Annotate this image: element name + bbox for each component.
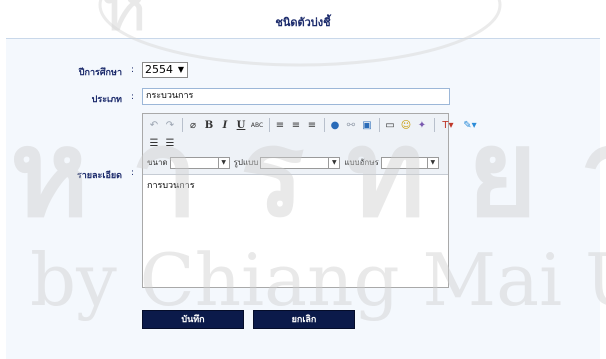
save-button[interactable]: บันทึก [142, 310, 244, 329]
text-color-icon[interactable]: T ▾ [438, 118, 458, 132]
detail-colon: : [131, 168, 135, 178]
unlink-icon[interactable]: ⚯ [344, 118, 358, 132]
toolbar-separator [269, 118, 270, 132]
underline-icon[interactable]: U [234, 118, 248, 132]
chevron-down-icon[interactable]: ▼ [426, 157, 438, 168]
page-title: ชนิดตัวบ่งชี้ [275, 16, 331, 29]
year-value: 2554 [145, 63, 173, 76]
type-label: ประเภท [91, 95, 122, 105]
chevron-down-icon[interactable]: ▼ [328, 157, 339, 168]
chevron-down-icon[interactable]: ▼ [178, 63, 184, 77]
format-label: รูปแบบ [233, 158, 259, 167]
toolbar-separator [434, 118, 435, 132]
size-label: ขนาด [147, 158, 168, 167]
year-select[interactable]: 2554 ▼ [142, 62, 188, 78]
bullet-list-icon[interactable]: ☰ [163, 136, 177, 150]
year-label: ปีการศึกษา [78, 68, 122, 78]
special-char-icon[interactable]: ✦ [415, 118, 429, 132]
editor-content[interactable]: การบวนการ [147, 178, 195, 192]
table-icon[interactable]: ▭ [383, 118, 397, 132]
align-left-icon[interactable]: ≡ [273, 118, 287, 132]
link-icon[interactable]: ● [328, 118, 342, 132]
smiley-icon[interactable]: ☺ [399, 118, 413, 132]
toolbar-separator [182, 118, 183, 132]
spellcheck-icon[interactable]: ABC [250, 118, 264, 132]
redo-icon[interactable]: ↷ [163, 118, 177, 132]
eraser-icon[interactable]: ⌀ [186, 118, 200, 132]
align-right-icon[interactable]: ≡ [305, 118, 319, 132]
font-select[interactable]: ▼ [380, 156, 439, 169]
highlight-icon[interactable]: ✎▾ [460, 118, 480, 132]
image-icon[interactable]: ▣ [360, 118, 374, 132]
size-select[interactable]: ▼ [169, 156, 230, 169]
cancel-button[interactable]: ยกเลิก [253, 310, 355, 329]
bold-icon[interactable]: B [202, 118, 216, 132]
rich-text-editor: ↶ ↷ ⌀ B I U ABC ≡ ≡ ≡ ● ⚯ ▣ ▭ ☺ ✦ T ▾ ✎▾ … [142, 113, 477, 288]
type-colon: : [131, 92, 135, 102]
year-colon: : [131, 65, 135, 75]
toolbar-row-1: ↶ ↷ ⌀ B I U ABC ≡ ≡ ≡ ● ⚯ ▣ ▭ ☺ ✦ T ▾ ✎▾ [147, 118, 482, 132]
italic-icon[interactable]: I [218, 118, 232, 132]
undo-icon[interactable]: ↶ [147, 118, 161, 132]
toolbar-separator [324, 118, 325, 132]
font-label: แบบอักษร [344, 158, 379, 167]
type-input[interactable]: กระบวนการ [142, 88, 450, 105]
format-select[interactable]: ▼ [260, 156, 341, 169]
toolbar-separator [379, 118, 380, 132]
align-center-icon[interactable]: ≡ [289, 118, 303, 132]
toolbar-row-2: ☰ ☰ [147, 136, 179, 150]
numbered-list-icon[interactable]: ☰ [147, 136, 161, 150]
chevron-down-icon[interactable]: ▼ [217, 157, 229, 168]
editor-toolbar: ↶ ↷ ⌀ B I U ABC ≡ ≡ ≡ ● ⚯ ▣ ▭ ☺ ✦ T ▾ ✎▾ … [143, 114, 477, 175]
text-color-glyph: T [442, 119, 449, 131]
toolbar-row-3: ขนาด ▼ รูปแบบ ▼ แบบอักษร ▼ [147, 156, 443, 169]
detail-label: รายละเอียด [76, 171, 122, 181]
